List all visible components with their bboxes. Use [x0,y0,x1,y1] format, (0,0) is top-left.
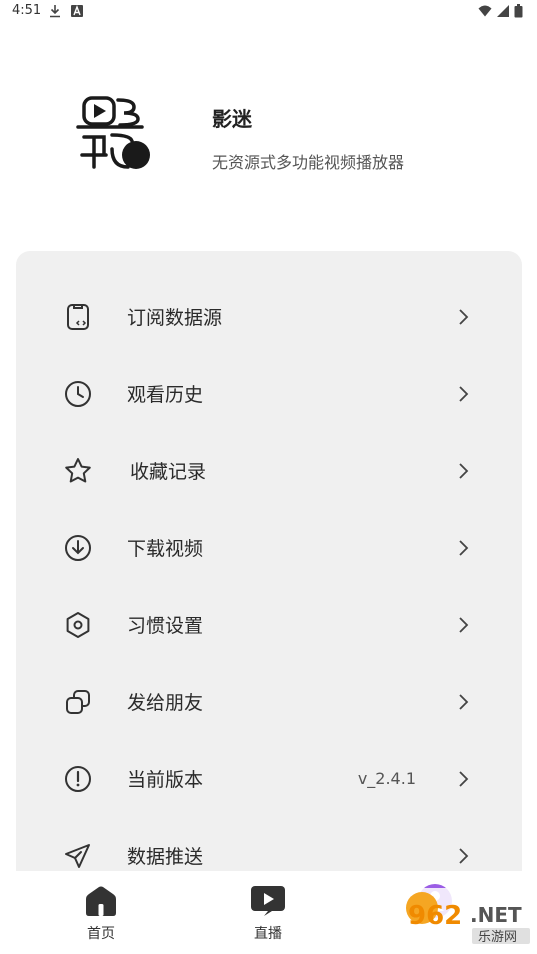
app-description: 无资源式多功能视频播放器 [212,153,405,172]
menu-label: 当前版本 [127,769,204,791]
menu-label: 数据推送 [127,846,204,868]
svg-text:962: 962 [408,901,462,931]
nav-live[interactable]: 直播 [228,883,308,947]
home-icon [86,886,116,916]
version-value: v_2.4.1 [357,769,416,788]
menu-item-share[interactable]: 发给朋友 [16,663,522,740]
app-header: 影迷 无资源式多功能视频播放器 [76,95,516,175]
signal-icon [497,5,509,17]
watermark-logo: 962 .NET 乐游网 [400,888,532,945]
app-name: 影迷 [212,107,252,131]
chevron-right-icon [459,385,469,402]
chevron-right-icon [459,770,469,787]
menu-label: 观看历史 [127,384,204,406]
yingmi-logo [76,96,150,169]
menu-item-settings[interactable]: 习惯设置 [16,586,522,663]
menu-item-download[interactable]: 下载视频 [16,509,522,586]
menu-item-history[interactable]: 观看历史 [16,355,522,432]
battery-icon [514,4,523,18]
star-icon [65,457,91,482]
chevron-right-icon [459,847,469,864]
svg-text:乐游网: 乐游网 [478,930,517,945]
wifi-icon [478,5,492,17]
menu-label: 习惯设置 [127,615,204,637]
menu-item-subscribe-source[interactable]: 订阅数据源 [16,278,522,355]
clock-icon [65,380,91,407]
download-circle-icon [65,534,91,561]
menu-item-version[interactable]: 当前版本 v_2.4.1 [16,740,522,817]
svg-text:.NET: .NET [470,903,522,927]
nav-label: 首页 [87,926,115,942]
menu-card: 订阅数据源 观看历史 收藏记录 下载视频 习惯设置 发给朋友 当前版本 v_2.… [16,251,522,891]
share-squares-icon [66,689,90,714]
menu-item-favorites[interactable]: 收藏记录 [16,432,522,509]
nav-home[interactable]: 首页 [61,883,141,947]
menu-label: 订阅数据源 [127,307,223,329]
chevron-right-icon [459,308,469,325]
chevron-right-icon [459,693,469,710]
info-circle-icon [65,765,91,792]
chevron-right-icon [459,462,469,479]
chevron-right-icon [459,539,469,556]
nav-label: 直播 [254,926,282,942]
menu-label: 发给朋友 [127,692,204,714]
settings-hexagon-icon [66,611,90,638]
download-icon [50,5,60,18]
live-play-icon [251,886,285,916]
subscribe-source-icon [67,303,89,330]
status-bar: 4:51 [0,0,537,24]
a-box-icon [71,5,83,17]
chevron-right-icon [459,616,469,633]
menu-label: 下载视频 [127,538,204,560]
status-time: 4:51 [12,3,42,18]
send-icon [65,843,90,868]
menu-label: 收藏记录 [130,461,207,483]
